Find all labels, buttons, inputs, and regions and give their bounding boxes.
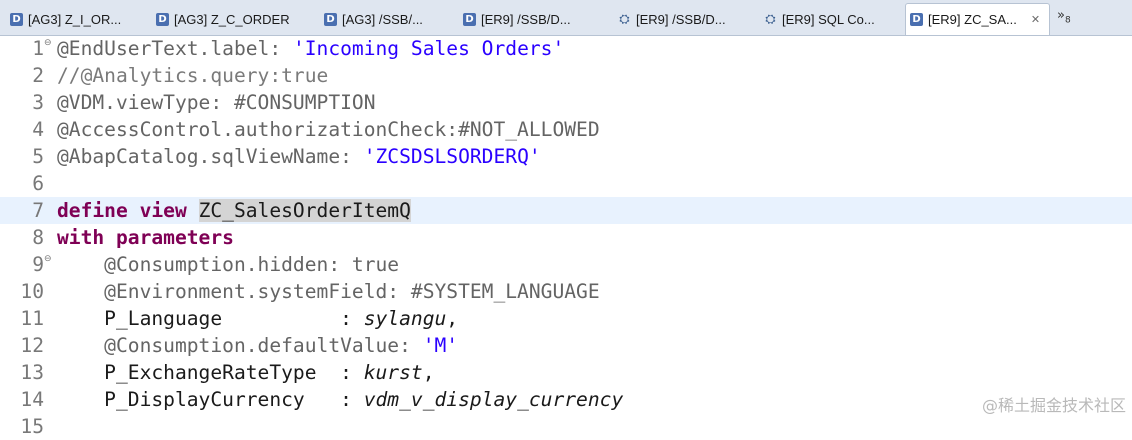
code-token: @VDM.viewType: #CONSUMPTION (57, 91, 376, 114)
editor-tab[interactable]: D [AG3] Z_C_ORDER (152, 4, 317, 34)
line-number: 14 (20, 388, 44, 411)
sql-console-icon: ⛭ (765, 11, 776, 27)
sql-console-icon: ⛭ (619, 11, 630, 27)
line-number: 4 (32, 118, 44, 141)
code-token: vdm_v_display_currency (363, 388, 624, 411)
editor-tab-label: [AG3] Z_I_OR... (28, 11, 122, 27)
tab-overflow-button[interactable]: »8 (1057, 8, 1071, 26)
code-token: kurst (363, 361, 423, 384)
editor-tab[interactable]: D [ER9] ZC_SA... ✕ (905, 3, 1050, 35)
editor-tab[interactable]: D [AG3] /SSB/... (320, 4, 456, 34)
editor-tab[interactable]: ⛭ [ER9] SQL Co... (760, 4, 902, 34)
code-token: 'Incoming Sales Orders' (292, 37, 565, 60)
editor-tab-label: [ER9] /SSB/D... (481, 11, 571, 27)
line-number: 10 (20, 280, 44, 303)
code-text: define view ZC_SalesOrderItemQ (57, 197, 411, 224)
line-number: 3 (32, 91, 44, 114)
editor-tab-label: [AG3] /SSB/... (342, 11, 423, 27)
code-token: P_ExchangeRateType : (57, 361, 364, 384)
code-line[interactable]: 4 @AccessControl.authorizationCheck:#NOT_… (0, 116, 1132, 143)
code-token: with parameters (57, 226, 234, 249)
fold-toggle-icon[interactable]: ⊖ (44, 30, 52, 57)
code-line[interactable]: 5 @AbapCatalog.sqlViewName: 'ZCSDSLSORDER… (0, 143, 1132, 170)
editor-tab[interactable]: D [AG3] Z_I_OR... (6, 4, 149, 34)
code-text: @AbapCatalog.sqlViewName: 'ZCSDSLSORDERQ… (57, 143, 541, 170)
code-text: @Consumption.defaultValue: 'M' (57, 332, 458, 359)
editor-tab[interactable]: D [ER9] /SSB/D... (459, 4, 611, 34)
code-token: @Environment.systemField: #SYSTEM_LANGUA… (57, 280, 600, 303)
code-line[interactable]: 13 P_ExchangeRateType : kurst, (0, 359, 1132, 386)
code-token: define view (57, 199, 199, 222)
line-number: 12 (20, 334, 44, 357)
line-number: 7 (32, 199, 44, 222)
fold-toggle-icon[interactable]: ⊖ (44, 246, 52, 273)
code-line[interactable]: 11 P_Language : sylangu, (0, 305, 1132, 332)
code-token: @AbapCatalog.sqlViewName: (57, 145, 364, 168)
code-token: ZC_SalesOrderItemQ (198, 199, 411, 222)
code-text: @Consumption.hidden: true (57, 251, 399, 278)
code-token: , (422, 361, 435, 384)
ddl-source-icon: D (10, 12, 23, 26)
editor-tab-label: [AG3] Z_C_ORDER (174, 11, 290, 27)
code-token: P_Language : (57, 307, 364, 330)
code-line[interactable]: 8 with parameters (0, 224, 1132, 251)
code-line[interactable]: 9 ⊖ @Consumption.hidden: true (0, 251, 1132, 278)
ddl-source-icon: D (463, 12, 476, 26)
code-token: 'ZCSDSLSORDERQ' (363, 145, 541, 168)
editor-tab[interactable]: ⛭ [ER9] /SSB/D... (614, 4, 757, 34)
editor-tab-bar: D [AG3] Z_I_OR... D [AG3] Z_C_ORDER D [AG3] /… (0, 0, 1132, 36)
code-token: //@Analytics.query:true (57, 64, 329, 87)
code-token: @Consumption.defaultValue: (57, 334, 423, 357)
editor-tab-label: [ER9] SQL Co... (782, 11, 875, 27)
code-line[interactable]: 14 P_DisplayCurrency : vdm_v_display_cur… (0, 386, 1132, 413)
code-text: //@Analytics.query:true (57, 62, 328, 89)
editor-tab-label: [ER9] ZC_SA... (928, 12, 1017, 27)
code-token: @AccessControl.authorizationCheck:#NOT_A… (57, 118, 600, 141)
line-number: 11 (20, 307, 44, 330)
code-text: @VDM.viewType: #CONSUMPTION (57, 89, 376, 116)
ddl-source-icon: D (910, 13, 923, 26)
code-text: @Environment.systemField: #SYSTEM_LANGUA… (57, 278, 600, 305)
code-token: , (446, 307, 459, 330)
code-line[interactable]: 15 (0, 413, 1132, 440)
ddl-source-icon: D (324, 12, 337, 26)
line-number: 15 (20, 415, 44, 438)
code-line[interactable]: 12 @Consumption.defaultValue: 'M' (0, 332, 1132, 359)
code-token: P_DisplayCurrency : (57, 388, 364, 411)
code-line[interactable]: 6 (0, 170, 1132, 197)
code-text: P_DisplayCurrency : vdm_v_display_curren… (57, 386, 623, 413)
code-editor[interactable]: 1 ⊖ @EndUserText.label: 'Incoming Sales Or… (0, 35, 1132, 438)
code-token: 'M' (422, 334, 459, 357)
line-number: 9 (32, 253, 44, 276)
editor-tab-label: [ER9] /SSB/D... (636, 11, 726, 27)
code-text: @EndUserText.label: 'Incoming Sales Orde… (57, 35, 564, 62)
code-text: P_Language : sylangu, (57, 305, 458, 332)
line-number: 6 (32, 172, 44, 195)
code-text: P_ExchangeRateType : kurst, (57, 359, 435, 386)
code-line[interactable]: 1 ⊖ @EndUserText.label: 'Incoming Sales Or… (0, 35, 1132, 62)
hidden-tab-count: 8 (1064, 15, 1071, 26)
line-number: 13 (20, 361, 44, 384)
code-text: with parameters (57, 224, 234, 251)
line-number: 5 (32, 145, 44, 168)
chevron-double-right-icon: » (1057, 8, 1065, 23)
code-line[interactable]: 10 @Environment.systemField: #SYSTEM_LAN… (0, 278, 1132, 305)
code-token: @Consumption.hidden: true (57, 253, 400, 276)
code-token: @EndUserText.label: (57, 37, 293, 60)
code-line[interactable]: 7 define view ZC_SalesOrderItemQ (0, 197, 1132, 224)
close-tab-icon[interactable]: ✕ (1031, 13, 1040, 26)
code-line[interactable]: 2 //@Analytics.query:true (0, 62, 1132, 89)
code-text: @AccessControl.authorizationCheck:#NOT_A… (57, 116, 600, 143)
code-line[interactable]: 3 @VDM.viewType: #CONSUMPTION (0, 89, 1132, 116)
ddl-source-icon: D (156, 12, 169, 26)
line-number: 1 (32, 37, 44, 60)
line-number: 2 (32, 64, 44, 87)
code-token: sylangu (363, 307, 447, 330)
watermark: @稀土掘金技术社区 (981, 396, 1126, 415)
line-number: 8 (32, 226, 44, 249)
